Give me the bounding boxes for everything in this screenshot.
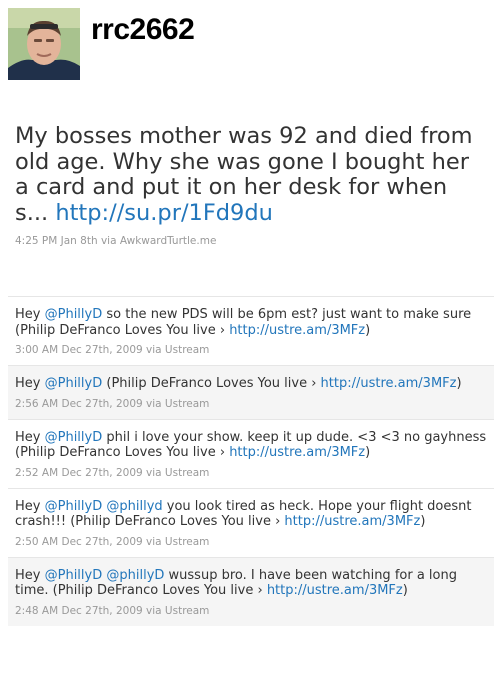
tweet-body: (Philip DeFranco Loves You live ›	[102, 376, 321, 391]
tweet-item: Hey @PhillyD so the new PDS will be 6pm …	[8, 296, 494, 365]
avatar[interactable]	[8, 8, 80, 80]
tweet-meta[interactable]: 2:52 AM Dec 27th, 2009 via Ustream	[15, 467, 487, 479]
tweet-text: Hey @PhillyD @phillyd you look tired as …	[15, 499, 487, 530]
tweet-prefix: Hey	[15, 307, 45, 322]
tweet-meta[interactable]: 2:48 AM Dec 27th, 2009 via Ustream	[15, 605, 487, 617]
tweet-link[interactable]: http://ustre.am/3MFz	[229, 445, 365, 460]
tweet-prefix: Hey	[15, 498, 45, 514]
tweet-suffix: )	[365, 322, 371, 338]
tweet-suffix: )	[420, 514, 426, 529]
tweet-link[interactable]: http://ustre.am/3MFz	[229, 323, 365, 338]
tweet-timeline: Hey @PhillyD so the new PDS will be 6pm …	[8, 296, 494, 626]
featured-tweet-meta[interactable]: 4:25 PM Jan 8th via AwkwardTurtle.me	[15, 235, 480, 247]
tweet-link[interactable]: http://ustre.am/3MFz	[267, 583, 403, 598]
tweet-meta[interactable]: 3:00 AM Dec 27th, 2009 via Ustream	[15, 344, 487, 356]
tweet-text: Hey @PhillyD phil i love your show. keep…	[15, 430, 487, 461]
profile-header: rrc2662	[0, 0, 495, 80]
tweet-suffix: )	[402, 583, 408, 598]
tweet-prefix: Hey	[15, 429, 45, 445]
mention-link[interactable]: @PhillyD	[45, 430, 103, 445]
tweet-text: Hey @PhillyD @phillyD wussup bro. I have…	[15, 568, 487, 599]
tweet-item: Hey @PhillyD @phillyD wussup bro. I have…	[8, 556, 494, 626]
tweet-prefix: Hey	[15, 567, 45, 583]
tweet-text: Hey @PhillyD (Philip DeFranco Loves You …	[15, 376, 487, 392]
featured-tweet-text: My bosses mother was 92 and died from ol…	[15, 123, 480, 226]
mention-link[interactable]: @PhillyD	[45, 376, 103, 391]
tweet-link[interactable]: http://ustre.am/3MFz	[284, 514, 420, 529]
tweet-item: Hey @PhillyD @phillyd you look tired as …	[8, 487, 494, 557]
mention-link[interactable]: @PhillyD	[45, 499, 103, 514]
tweet-item: Hey @PhillyD phil i love your show. keep…	[8, 418, 494, 488]
tweet-suffix: )	[365, 445, 371, 460]
mention-link[interactable]: @PhillyD	[45, 307, 103, 322]
tweet-prefix: Hey	[15, 376, 45, 391]
tweet-item: Hey @PhillyD (Philip DeFranco Loves You …	[8, 365, 494, 419]
tweet-suffix: )	[456, 376, 462, 391]
profile-photo-icon	[8, 8, 80, 80]
mention-link[interactable]: @PhillyD	[45, 568, 103, 583]
tweet-link[interactable]: http://ustre.am/3MFz	[321, 376, 457, 391]
mention-link-secondary[interactable]: @phillyd	[106, 499, 162, 514]
featured-tweet-link[interactable]: http://su.pr/1Fd9du	[55, 200, 273, 226]
profile-username: rrc2662	[91, 13, 195, 46]
tweet-meta[interactable]: 2:56 AM Dec 27th, 2009 via Ustream	[15, 398, 487, 410]
tweet-meta[interactable]: 2:50 AM Dec 27th, 2009 via Ustream	[15, 536, 487, 548]
featured-tweet: My bosses mother was 92 and died from ol…	[15, 123, 480, 247]
tweet-text: Hey @PhillyD so the new PDS will be 6pm …	[15, 307, 487, 338]
mention-link-secondary[interactable]: @phillyD	[106, 568, 164, 583]
